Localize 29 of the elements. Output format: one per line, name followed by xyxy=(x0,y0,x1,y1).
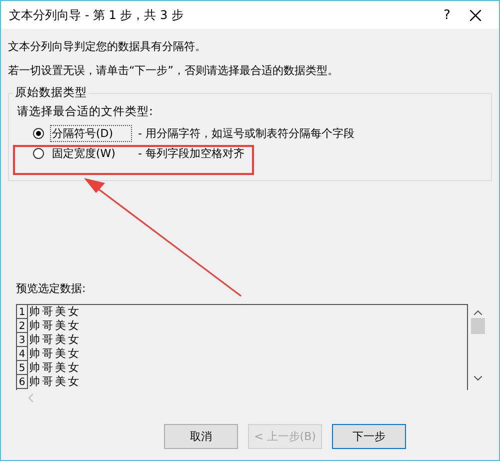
preview-cell: 帅哥美女 xyxy=(28,305,81,319)
radio-button[interactable] xyxy=(33,128,44,138)
preview-cell: 帅哥美女 xyxy=(28,333,81,347)
group-legend: 原始数据类型 xyxy=(13,85,89,100)
row-number: 5 xyxy=(17,361,28,375)
row-number: 2 xyxy=(17,319,28,333)
scroll-thumb[interactable] xyxy=(471,318,485,334)
help-button[interactable]: ? xyxy=(432,8,462,22)
option-description: - 用分隔字符，如逗号或制表符分隔每个字段 xyxy=(138,126,354,140)
row-number: 4 xyxy=(17,347,28,361)
instruction-text: 文本分列向导判定您的数据具有分隔符。 xyxy=(8,39,207,55)
option-description: - 每列字段加空格对齐 xyxy=(138,146,244,160)
row-number: 3 xyxy=(17,333,28,347)
preview-label: 预览选定数据: xyxy=(15,281,87,296)
preview-cell: 帅哥美女 xyxy=(28,361,81,375)
radio-label[interactable]: 分隔符号(D) xyxy=(50,124,132,142)
preview-cell: 帅哥美女 xyxy=(28,375,81,389)
prompt-text: 请选择最合适的文件类型: xyxy=(17,104,154,119)
radio-label[interactable]: 固定宽度(W) xyxy=(50,144,132,162)
row-number: 1 xyxy=(17,305,28,319)
wizard-button[interactable]: 下一步 xyxy=(332,424,406,449)
close-icon[interactable] xyxy=(470,10,481,20)
row-number: 6 xyxy=(17,375,28,389)
window-title: 文本分列向导 - 第 1 步，共 3 步 xyxy=(9,6,184,24)
radio-button[interactable] xyxy=(33,148,44,158)
preview-cell: 帅哥美女 xyxy=(28,347,81,361)
wizard-button[interactable]: 取消 xyxy=(164,424,238,449)
instruction-text: 若一切设置无误，请单击“下一步”，否则请选择最合适的数据类型。 xyxy=(8,63,340,79)
preview-cell: 帅哥美女 xyxy=(28,319,81,333)
